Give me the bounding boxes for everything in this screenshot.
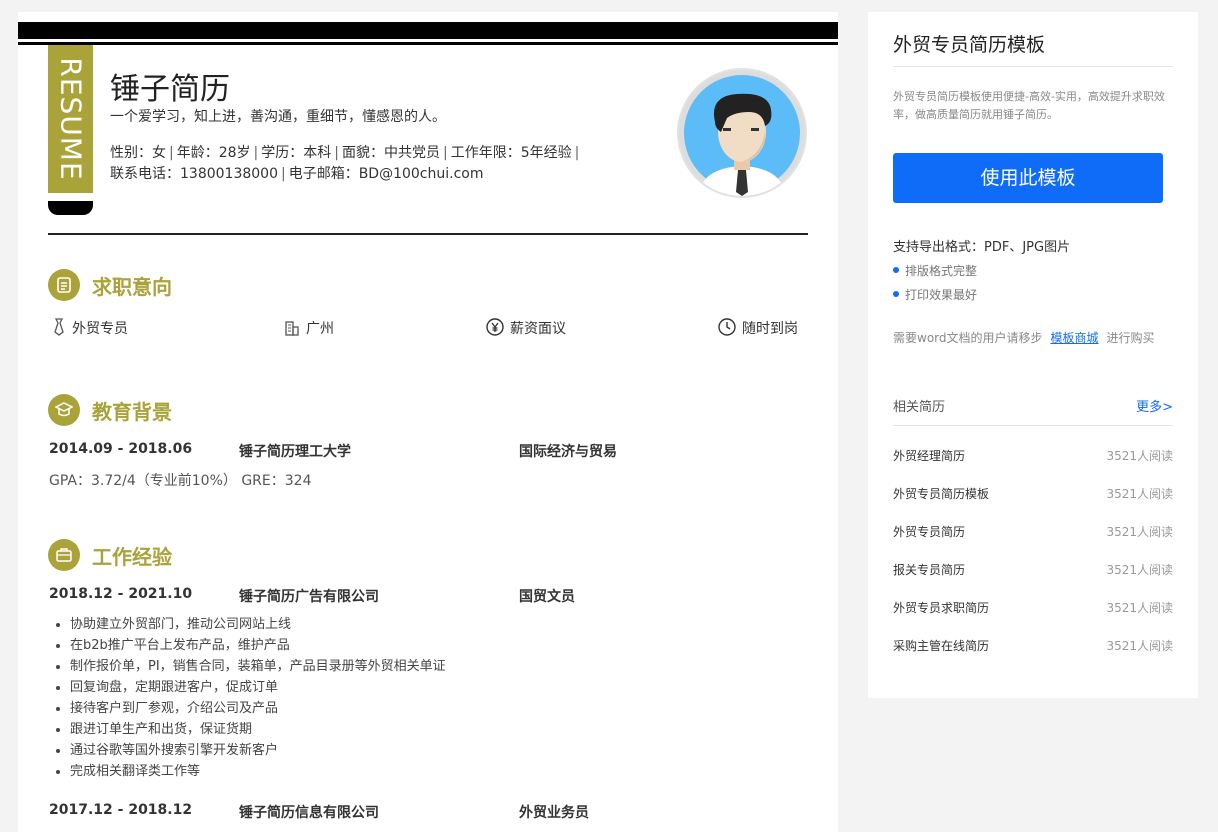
- related-item-reads: 3521人阅读: [1106, 525, 1173, 539]
- intent-salary-text: 薪资面议: [510, 321, 566, 337]
- job-title: 外贸业务员: [519, 805, 589, 821]
- feature-bullet: 打印效果最好: [893, 286, 977, 303]
- export-formats: 支持导出格式：PDF、JPG图片: [893, 240, 1071, 255]
- related-item-reads: 3521人阅读: [1106, 487, 1173, 501]
- duty-item: 回复询盘，定期跟进客户，促成订单: [70, 677, 446, 698]
- related-item-reads: 3521人阅读: [1106, 449, 1173, 463]
- related-item[interactable]: 报关专员简历 3521人阅读: [893, 561, 1173, 578]
- related-item[interactable]: 外贸经理简历 3521人阅读: [893, 447, 1173, 464]
- job-company: 锤子简历广告有限公司: [239, 589, 379, 605]
- related-item[interactable]: 外贸专员简历 3521人阅读: [893, 523, 1173, 540]
- basic-info-line-1: 性别：女 | 年龄：28岁 | 学历：本科 | 面貌：中共党员 | 工作年限：5年经验 |: [110, 145, 580, 161]
- word-note: 需要word文档的用户请移步 模板商城 进行购买: [893, 331, 1155, 345]
- building-icon: [285, 321, 299, 336]
- more-link[interactable]: 更多>: [1136, 396, 1173, 415]
- intent-position: 外贸专员: [52, 318, 128, 338]
- avatar: [677, 68, 807, 198]
- edu-major: 国际经济与贸易: [519, 444, 617, 460]
- duty-item: 制作报价单，PI，销售合同，装箱单，产品目录册等外贸相关单证: [70, 656, 446, 677]
- info-age: 年龄：28岁: [176, 145, 251, 161]
- bullet-dot-icon: [893, 291, 899, 297]
- info-phone: 联系电话：13800138000: [110, 166, 278, 182]
- intent-salary: 薪资面议: [486, 318, 566, 338]
- resume-tag-foot: [48, 201, 93, 215]
- related-item[interactable]: 外贸专员求职简历 3521人阅读: [893, 599, 1173, 616]
- bullet-dot-icon: [893, 267, 899, 273]
- template-title: 外贸专员简历模板: [893, 34, 1046, 56]
- related-item-title[interactable]: 采购主管在线简历: [893, 639, 989, 653]
- resume-motto: 一个爱学习，知上进，善沟通，重细节，懂感恩的人。: [110, 109, 446, 125]
- related-resumes-title: 相关简历: [893, 400, 946, 415]
- duty-item: 协助建立外贸部门，推动公司网站上线: [70, 614, 446, 635]
- intent-city-text: 广州: [306, 321, 334, 337]
- clock-icon: [718, 318, 736, 336]
- related-item-title[interactable]: 报关专员简历: [893, 563, 965, 577]
- related-item-reads: 3521人阅读: [1106, 563, 1173, 577]
- basic-info-line-2: 联系电话：13800138000 | 电子邮箱：BD@100chui.com: [110, 166, 484, 182]
- divider: [893, 66, 1173, 67]
- job-period: 2017.12 - 2018.12: [49, 802, 193, 818]
- resume-tag-text: RESUME: [54, 57, 87, 181]
- info-email: 电子邮箱：BD@100chui.com: [288, 166, 484, 182]
- tie-icon: [54, 318, 64, 336]
- briefcase-icon: [56, 548, 72, 562]
- section-education-title: 教育背景: [92, 400, 172, 424]
- template-description: 外贸专员简历模板使用便捷-高效-实用，高效提升求职效率，做高质量简历就用锤子简历…: [893, 90, 1165, 121]
- job-company: 锤子简历信息有限公司: [239, 805, 379, 821]
- duty-item: 在b2b推广平台上发布产品，维护产品: [70, 635, 446, 656]
- duty-item: 跟进订单生产和出货，保证货期: [70, 719, 446, 740]
- edu-period: 2014.09 - 2018.06: [49, 441, 193, 457]
- related-item-title[interactable]: 外贸专员求职简历: [893, 601, 989, 615]
- intent-arrival-text: 随时到岗: [742, 321, 798, 337]
- info-degree: 学历：本科: [261, 145, 332, 161]
- related-item[interactable]: 采购主管在线简历 3521人阅读: [893, 637, 1173, 654]
- related-item-reads: 3521人阅读: [1106, 639, 1173, 653]
- feature-bullet: 排版格式完整: [893, 262, 977, 279]
- graduation-cap-icon: [55, 402, 73, 417]
- yen-icon: [486, 318, 504, 336]
- intent-city: 广州: [284, 318, 334, 338]
- header-bar: [18, 22, 838, 39]
- template-sidebar: 外贸专员简历模板 外贸专员简历模板使用便捷-高效-实用，高效提升求职效率，做高质…: [868, 12, 1198, 698]
- duty-item: 完成相关翻译类工作等: [70, 761, 446, 782]
- related-item-title[interactable]: 外贸经理简历: [893, 449, 965, 463]
- header-rule: [18, 42, 838, 45]
- clipboard-icon: [57, 277, 71, 293]
- related-item-title[interactable]: 外贸专员简历模板: [893, 487, 989, 501]
- related-item-title[interactable]: 外贸专员简历: [893, 525, 965, 539]
- section-intent-title: 求职意向: [92, 275, 172, 299]
- job-duties: 协助建立外贸部门，推动公司网站上线 在b2b推广平台上发布产品，维护产品 制作报…: [48, 614, 446, 782]
- info-years: 工作年限：5年经验: [450, 145, 572, 161]
- edu-score: GPA：3.72/4（专业前10%） GRE：324: [49, 473, 312, 489]
- intent-arrival: 随时到岗: [718, 318, 798, 338]
- duty-item: 接待客户到厂参观，介绍公司及产品: [70, 698, 446, 719]
- resume-name: 锤子简历: [110, 72, 230, 107]
- template-mall-link[interactable]: 模板商城: [1051, 331, 1099, 345]
- resume-vertical-tag: RESUME: [48, 45, 93, 193]
- duty-item: 通过谷歌等国外搜索引擎开发新客户: [70, 740, 446, 761]
- intent-position-text: 外贸专员: [72, 321, 128, 337]
- edu-school: 锤子简历理工大学: [239, 444, 351, 460]
- info-politics: 面貌：中共党员: [341, 145, 440, 161]
- related-item[interactable]: 外贸专员简历模板 3521人阅读: [893, 485, 1173, 502]
- header-divider: [48, 233, 808, 235]
- related-item-reads: 3521人阅读: [1106, 601, 1173, 615]
- divider: [893, 425, 1173, 426]
- section-work-title: 工作经验: [92, 545, 172, 569]
- use-template-button[interactable]: 使用此模板: [893, 153, 1163, 203]
- resume-preview: RESUME 锤子简历 一个爱学习，知上进，善沟通，重细节，懂感恩的人。 性别：…: [18, 12, 838, 832]
- job-period: 2018.12 - 2021.10: [49, 586, 193, 602]
- job-title: 国贸文员: [519, 589, 575, 605]
- info-gender: 性别：女: [110, 145, 166, 161]
